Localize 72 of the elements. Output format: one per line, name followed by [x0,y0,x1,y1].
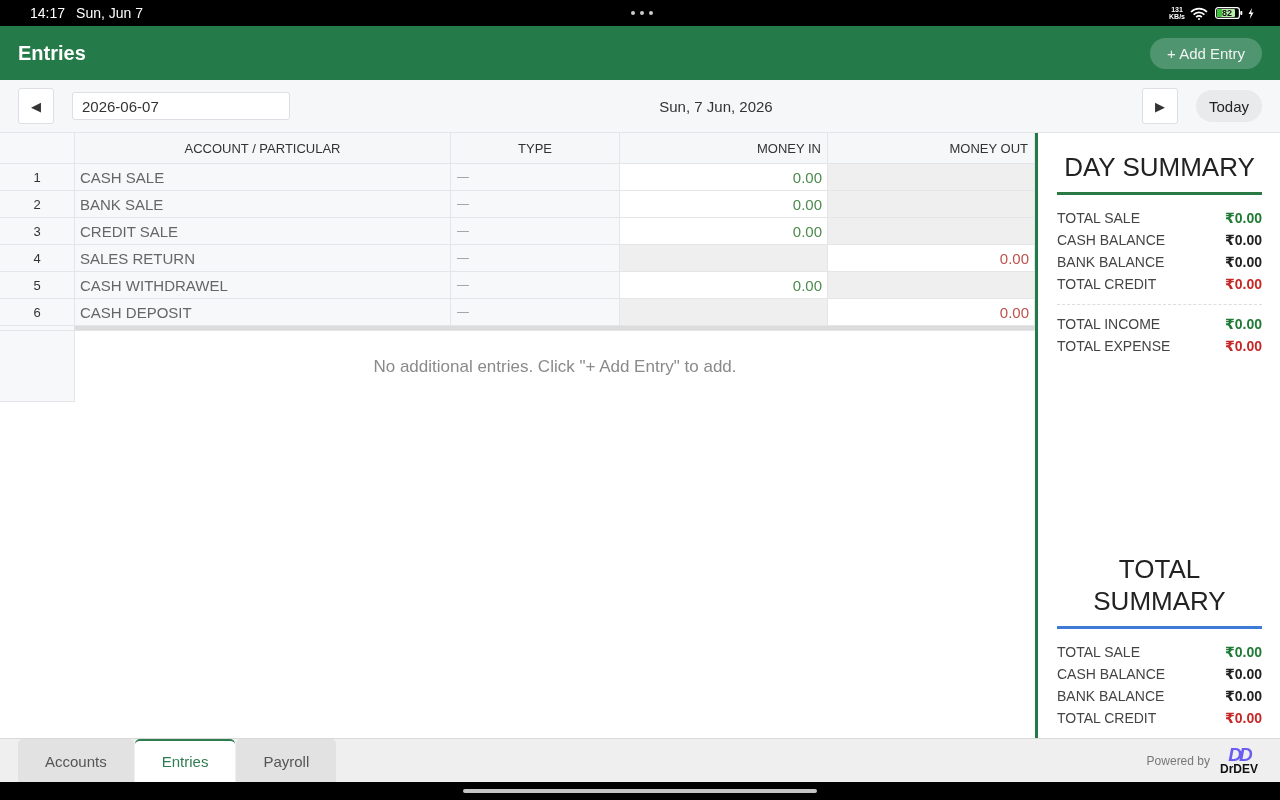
page-title: Entries [18,41,86,65]
row-number: 6 [0,299,75,326]
tab[interactable]: Payroll [236,739,337,782]
account-cell: CASH SALE [75,164,451,191]
summary-value: ₹0.00 [1225,665,1262,684]
type-cell: — [451,218,620,245]
summary-label: TOTAL EXPENSE [1057,337,1171,356]
account-cell: CASH DEPOSIT [75,299,451,326]
selected-date-label: Sun, 7 Jun, 2026 [659,97,773,115]
type-cell: — [451,272,620,299]
empty-state-message: No additional entries. Click "+ Add Entry" to add. [373,356,737,377]
money-out-cell[interactable]: 0.00 [828,245,1035,272]
column-header: MONEY OUT [828,133,1035,164]
money-in-cell[interactable]: 0.00 [620,272,828,299]
summary-title: TOTAL SUMMARY [1092,553,1227,617]
money-in-cell[interactable]: 0.00 [620,191,828,218]
tab[interactable]: Entries [134,739,236,782]
summary-label: CASH BALANCE [1057,665,1166,684]
summary-label: CASH BALANCE [1057,231,1166,250]
summary-value: ₹0.00 [1225,687,1262,706]
summary-value: ₹0.00 [1225,209,1262,228]
account-cell: CASH WITHDRAWEL [75,272,451,299]
summary-label: TOTAL SALE [1057,209,1140,228]
charging-bolt-icon [1248,7,1254,19]
status-date: Sun, Jun 7 [76,5,143,21]
wifi-icon [1190,6,1208,20]
summary-value: ₹0.00 [1225,337,1262,356]
more-dots-icon[interactable] [631,11,653,15]
gesture-handle[interactable] [463,789,817,793]
summary-label: BANK BALANCE [1057,253,1165,272]
column-header: TYPE [451,133,620,164]
row-number: 1 [0,164,75,191]
type-cell: — [451,299,620,326]
money-in-cell[interactable]: 0.00 [620,218,828,245]
summary-label: TOTAL CREDIT [1057,709,1157,728]
account-cell: BANK SALE [75,191,451,218]
money-in-cell[interactable]: 0.00 [620,164,828,191]
summary-label: TOTAL INCOME [1057,315,1161,334]
date-field[interactable]: 2026-06-07 [72,92,290,120]
summary-value: ₹0.00 [1225,231,1262,250]
row-number: 5 [0,272,75,299]
add-entry-button[interactable]: + Add Entry [1150,37,1262,69]
powered-by-text: Powered by [1146,753,1210,768]
type-cell: — [451,164,620,191]
battery-icon [1215,7,1243,19]
row-number: 3 [0,218,75,245]
row-number: 4 [0,245,75,272]
brand-logo-mark: DD [1228,746,1250,763]
summary-value: ₹0.00 [1225,643,1262,662]
type-cell: — [451,191,620,218]
summary-value: ₹0.00 [1225,253,1262,272]
column-header: ACCOUNT / PARTICULAR [75,133,451,164]
tab[interactable]: Accounts [18,739,134,782]
clock-time: 14:17 [30,5,66,21]
summary-label: BANK BALANCE [1057,687,1165,706]
today-button[interactable]: Today [1195,90,1262,122]
money-out-cell[interactable]: 0.00 [828,299,1035,326]
account-cell: SALES RETURN [75,245,451,272]
summary-value: ₹0.00 [1225,275,1262,294]
summary-value: ₹0.00 [1225,315,1262,334]
type-cell: — [451,245,620,272]
summary-value: ₹0.00 [1225,709,1262,728]
row-number: 2 [0,191,75,218]
summary-label: TOTAL SALE [1057,643,1140,662]
summary-title: DAY SUMMARY [1063,151,1256,183]
summary-label: TOTAL CREDIT [1057,275,1157,294]
battery-percentage: 82 [1222,7,1232,19]
brand-name: DrDEV [1220,763,1258,775]
column-header: MONEY IN [620,133,828,164]
next-day-button[interactable]: ▶ [1141,88,1178,124]
previous-day-button[interactable]: ◀ [18,88,54,124]
account-cell: CREDIT SALE [75,218,451,245]
